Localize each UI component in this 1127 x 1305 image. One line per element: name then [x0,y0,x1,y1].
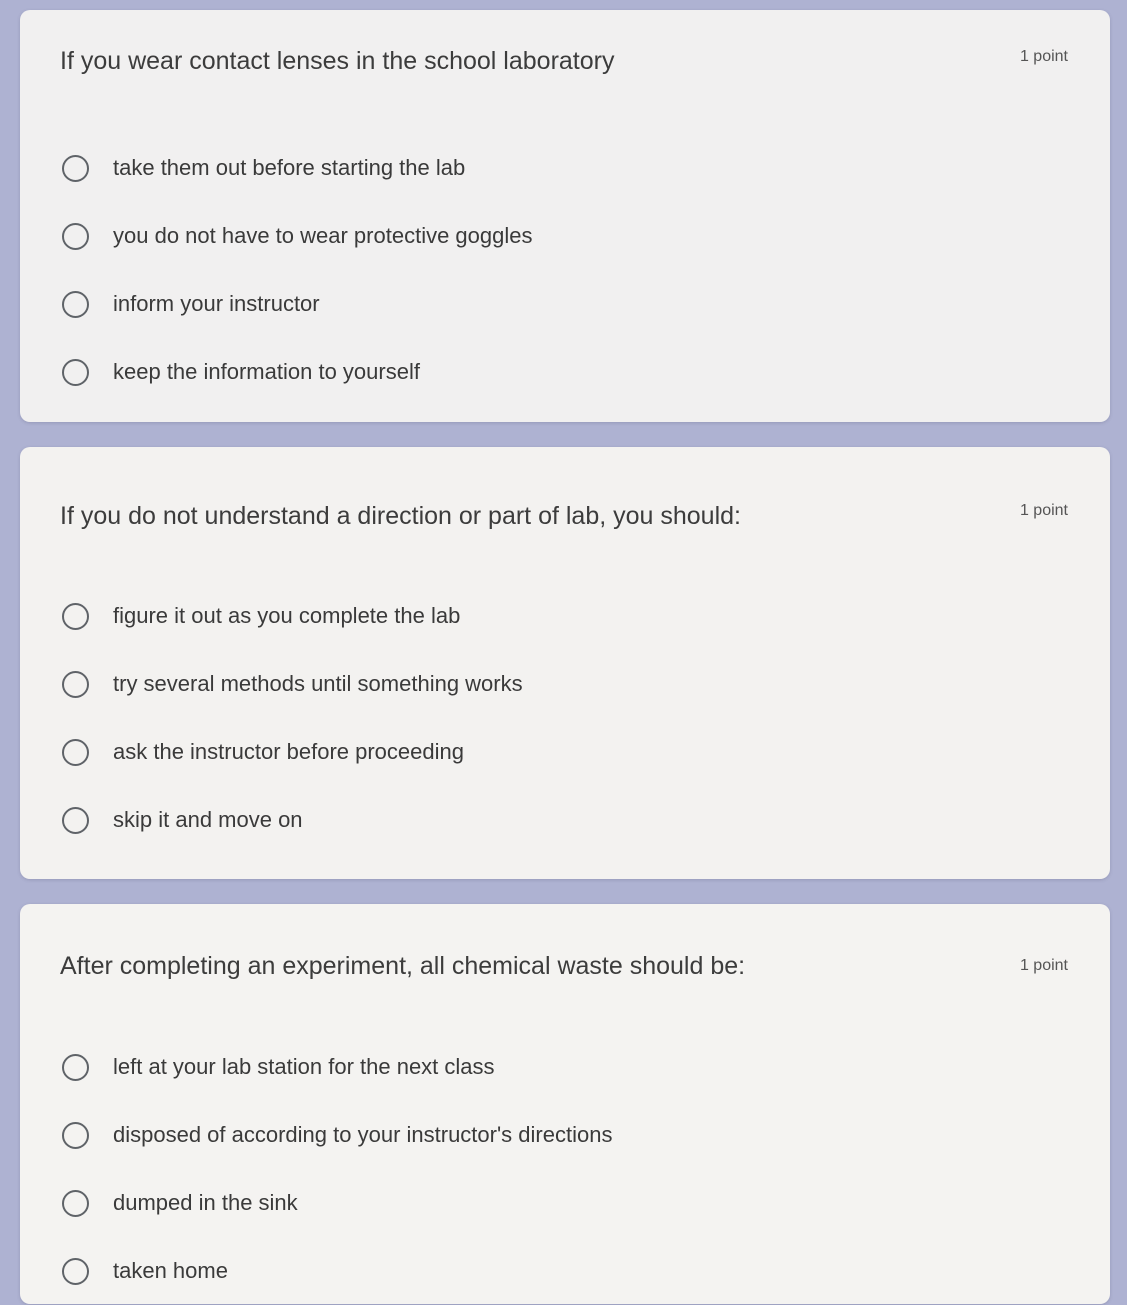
option-label: keep the information to yourself [113,359,420,384]
option-try-several-methods[interactable]: try several methods until something work… [60,650,1070,718]
question-card-chemical-waste: After completing an experiment, all chem… [20,904,1110,1304]
options-list: take them out before starting the lab yo… [60,134,1070,406]
question-card-contact-lenses: If you wear contact lenses in the school… [20,10,1110,422]
option-ask-instructor[interactable]: ask the instructor before proceeding [60,718,1070,786]
options-list: figure it out as you complete the lab tr… [60,582,1070,854]
question-points: 1 point [1019,48,1068,65]
options-list: left at your lab station for the next cl… [60,1033,1070,1305]
option-dumped-in-sink[interactable]: dumped in the sink [60,1169,1070,1237]
option-label: taken home [113,1258,228,1283]
option-inform-instructor[interactable]: inform your instructor [60,270,1070,338]
radio-button[interactable] [62,290,89,318]
option-label: left at your lab station for the next cl… [113,1054,495,1079]
option-figure-it-out[interactable]: figure it out as you complete the lab [60,582,1070,650]
option-label: figure it out as you complete the lab [113,603,461,628]
option-label: you do not have to wear protective goggl… [113,223,533,248]
option-label: inform your instructor [113,291,320,316]
question-title: If you do not understand a direction or … [60,502,741,530]
radio-button[interactable] [62,358,89,386]
option-skip-it[interactable]: skip it and move on [60,786,1070,854]
radio-button[interactable] [62,154,89,182]
option-label: try several methods until something work… [113,671,523,696]
option-disposed-per-instructor[interactable]: disposed of according to your instructor… [60,1101,1070,1169]
option-label: ask the instructor before proceeding [113,739,464,764]
radio-button[interactable] [62,602,89,630]
question-points: 1 point [1019,957,1068,974]
option-label: disposed of according to your instructor… [113,1122,613,1147]
question-points: 1 point [1019,502,1068,519]
radio-button[interactable] [62,1189,89,1217]
radio-button[interactable] [62,222,89,250]
question-card-direction: If you do not understand a direction or … [20,447,1110,879]
question-title: After completing an experiment, all chem… [60,952,746,980]
option-left-at-station[interactable]: left at your lab station for the next cl… [60,1033,1070,1101]
option-no-goggles[interactable]: you do not have to wear protective goggl… [60,202,1070,270]
radio-button[interactable] [62,738,89,766]
radio-button[interactable] [62,1257,89,1285]
radio-button[interactable] [62,1053,89,1081]
radio-button[interactable] [62,1121,89,1149]
option-label: skip it and move on [113,807,303,832]
option-label: dumped in the sink [113,1190,298,1215]
option-label: take them out before starting the lab [113,155,466,180]
radio-button[interactable] [62,806,89,834]
radio-button[interactable] [62,670,89,698]
question-title: If you wear contact lenses in the school… [60,47,615,75]
option-keep-to-yourself[interactable]: keep the information to yourself [60,338,1070,406]
option-take-them-out[interactable]: take them out before starting the lab [60,134,1070,202]
option-taken-home[interactable]: taken home [60,1237,1070,1305]
